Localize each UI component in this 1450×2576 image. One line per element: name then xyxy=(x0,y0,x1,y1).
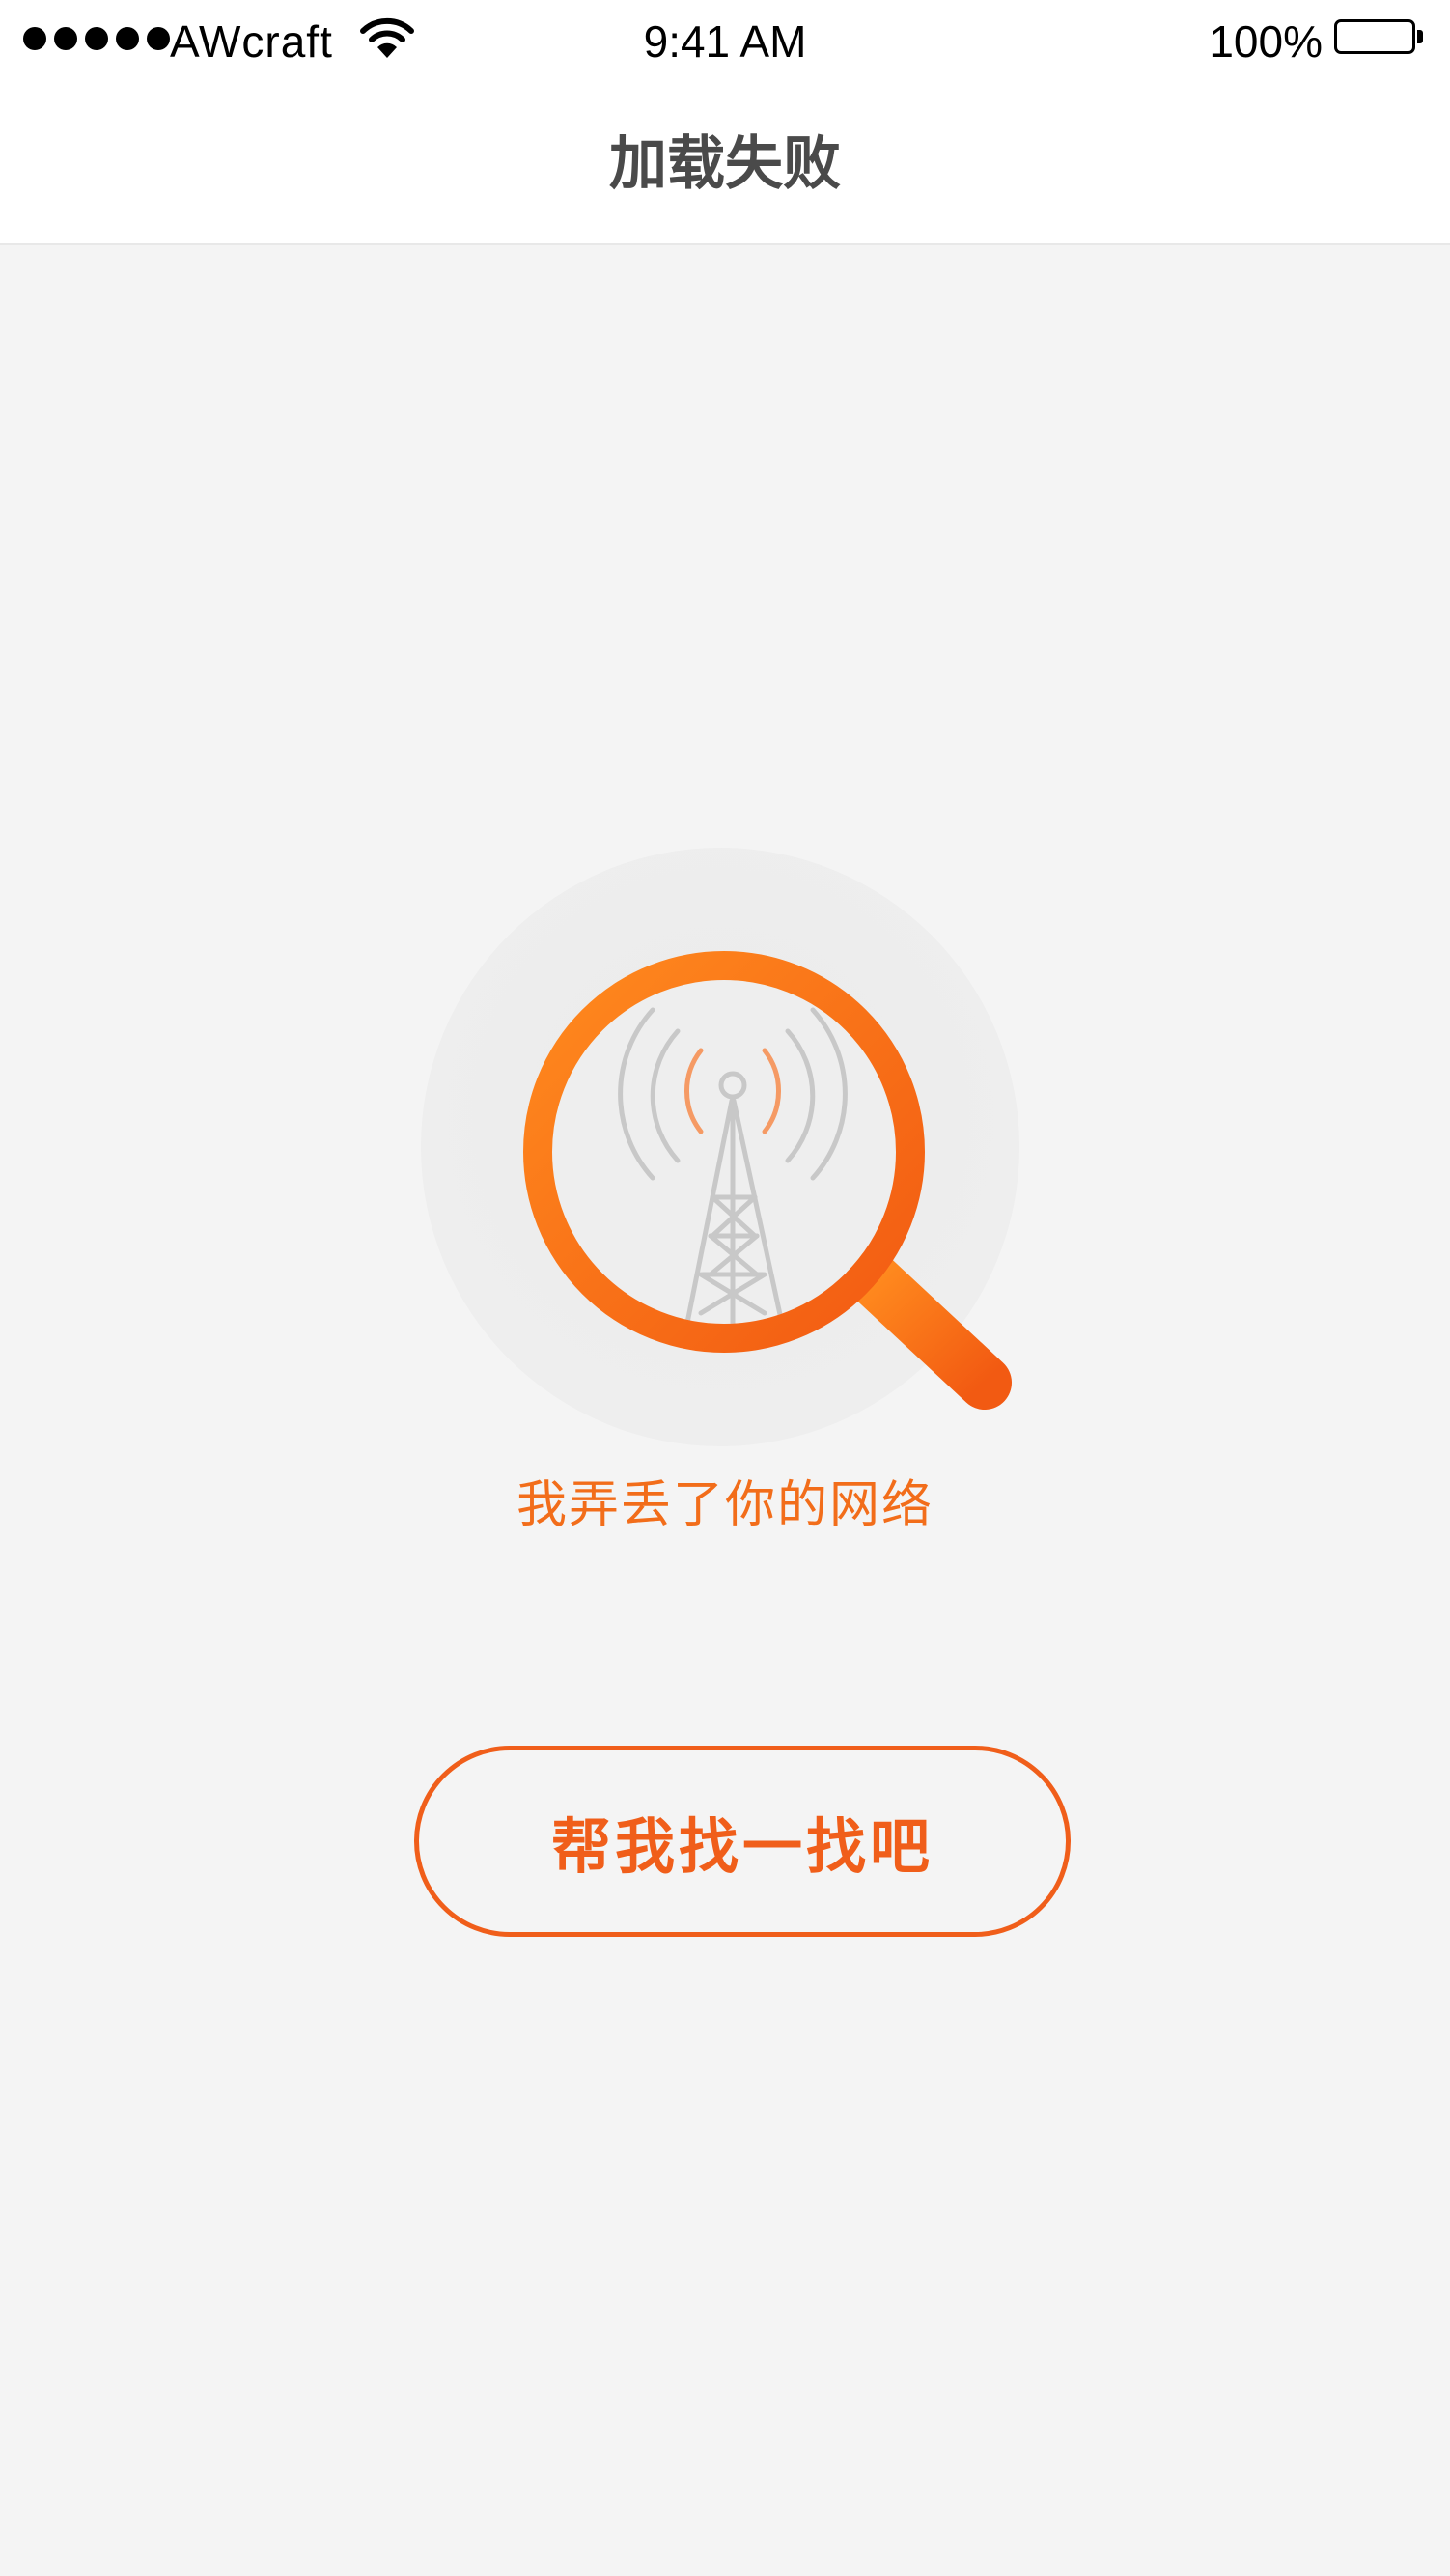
navigation-bar: 加载失败 xyxy=(0,83,1450,245)
network-error-illustration xyxy=(405,830,1062,1468)
battery-icon xyxy=(1334,19,1425,58)
battery-percentage: 100% xyxy=(1209,16,1323,67)
status-bar: AWcraft 9:41 AM 100% xyxy=(0,0,1450,83)
battery-body xyxy=(1334,19,1415,54)
battery-nub xyxy=(1417,30,1423,43)
page-title: 加载失败 xyxy=(609,130,841,198)
find-network-button[interactable]: 帮我找一找吧 xyxy=(414,1746,1071,1937)
app-screen: AWcraft 9:41 AM 100% 加载失败 我弄丢了你的网络 帮我找一找… xyxy=(0,0,1450,2576)
error-message: 我弄丢了你的网络 xyxy=(516,1476,934,1534)
magnifier-signal-tower-icon xyxy=(421,848,1019,1446)
